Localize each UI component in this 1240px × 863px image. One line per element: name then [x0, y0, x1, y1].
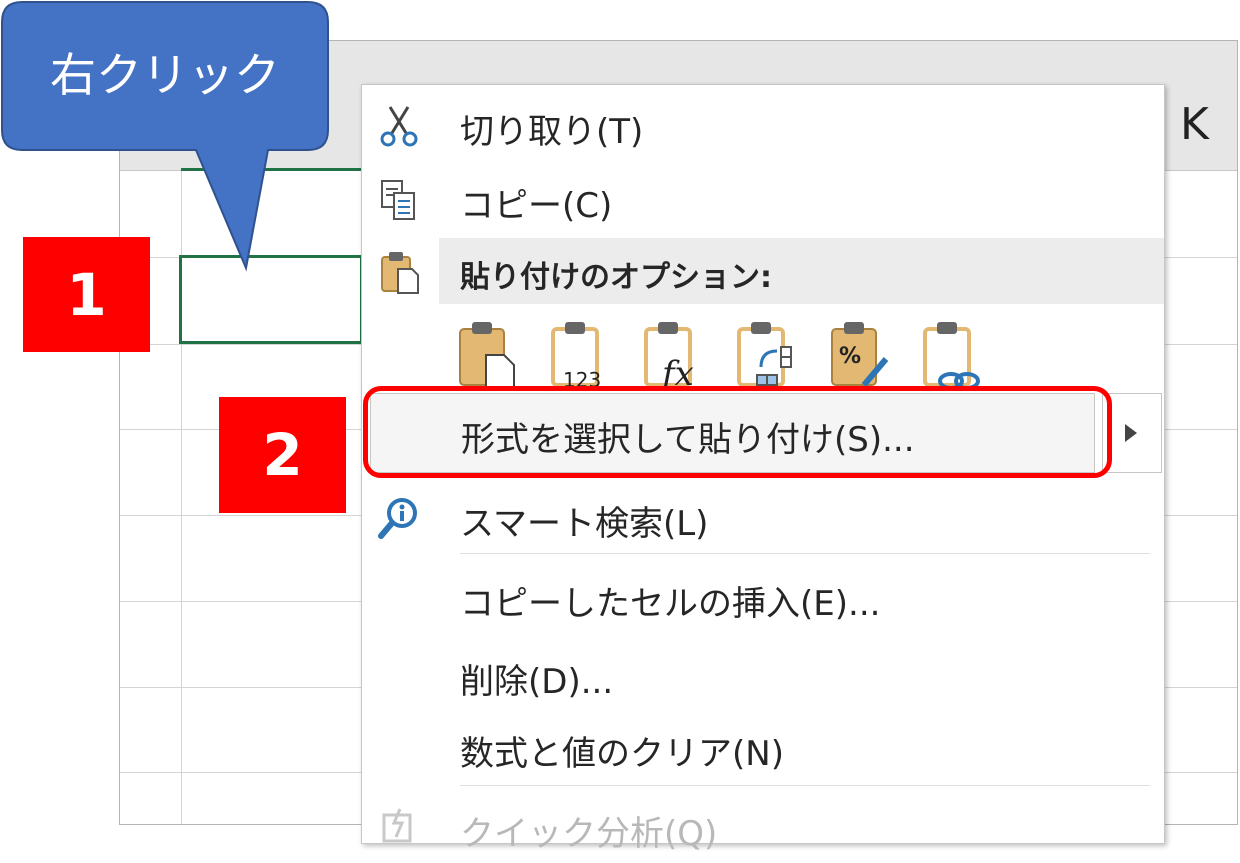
- svg-text:fx: fx: [659, 354, 694, 389]
- menu-item-delete[interactable]: 削除(D)...: [362, 641, 1164, 711]
- menu-item-smart-lookup[interactable]: スマート検索(L): [362, 483, 1164, 553]
- smart-lookup-icon: [378, 498, 417, 539]
- menu-item-label: コピー(C): [460, 186, 613, 226]
- menu-item-cut[interactable]: 切り取り(T): [362, 91, 1164, 161]
- menu-item-label: 切り取り(T): [460, 112, 644, 152]
- menu-item-quick-analysis[interactable]: クイック分析(Q): [362, 793, 1164, 863]
- clipboard-icon: [381, 252, 419, 294]
- paste-formulas-icon[interactable]: fx: [642, 319, 704, 389]
- menu-item-label: コピーしたセルの挿入(E)...: [460, 584, 881, 624]
- paste-options-header: 貼り付けのオプション:: [362, 237, 1164, 307]
- menu-item-label: 削除(D)...: [460, 662, 614, 702]
- chevron-right-icon: [1125, 424, 1137, 442]
- paste-icon[interactable]: [456, 319, 518, 389]
- step-badge-1: 1: [23, 237, 150, 352]
- paste-transpose-icon[interactable]: [735, 319, 797, 389]
- menu-item-insert-copied-cells[interactable]: コピーしたセルの挿入(E)...: [362, 563, 1164, 633]
- right-click-callout: 右クリック: [50, 48, 280, 102]
- paste-formatting-icon[interactable]: %: [828, 319, 890, 389]
- menu-item-copy[interactable]: コピー(C): [362, 165, 1164, 235]
- step-badge-2: 2: [219, 397, 346, 513]
- paste-options-row: 123 fx %: [456, 319, 1056, 389]
- copy-icon: [381, 180, 415, 220]
- paste-link-icon[interactable]: [921, 319, 983, 389]
- highlight-frame: [363, 386, 1112, 478]
- menu-item-clear-contents[interactable]: 数式と値のクリア(N): [362, 713, 1164, 783]
- scissors-icon: [380, 106, 418, 147]
- menu-item-label: スマート検索(L): [460, 504, 709, 544]
- menu-separator: [460, 785, 1150, 786]
- menu-item-label: クイック分析(Q): [460, 814, 718, 854]
- menu-separator: [460, 553, 1150, 554]
- paste-values-icon[interactable]: 123: [549, 319, 611, 389]
- menu-item-label: 数式と値のクリア(N): [460, 734, 784, 774]
- quick-analysis-icon: [382, 808, 412, 843]
- menu-section-label: 貼り付けのオプション:: [460, 260, 772, 295]
- column-header-k[interactable]: K: [1180, 99, 1209, 150]
- svg-text:%: %: [839, 344, 861, 369]
